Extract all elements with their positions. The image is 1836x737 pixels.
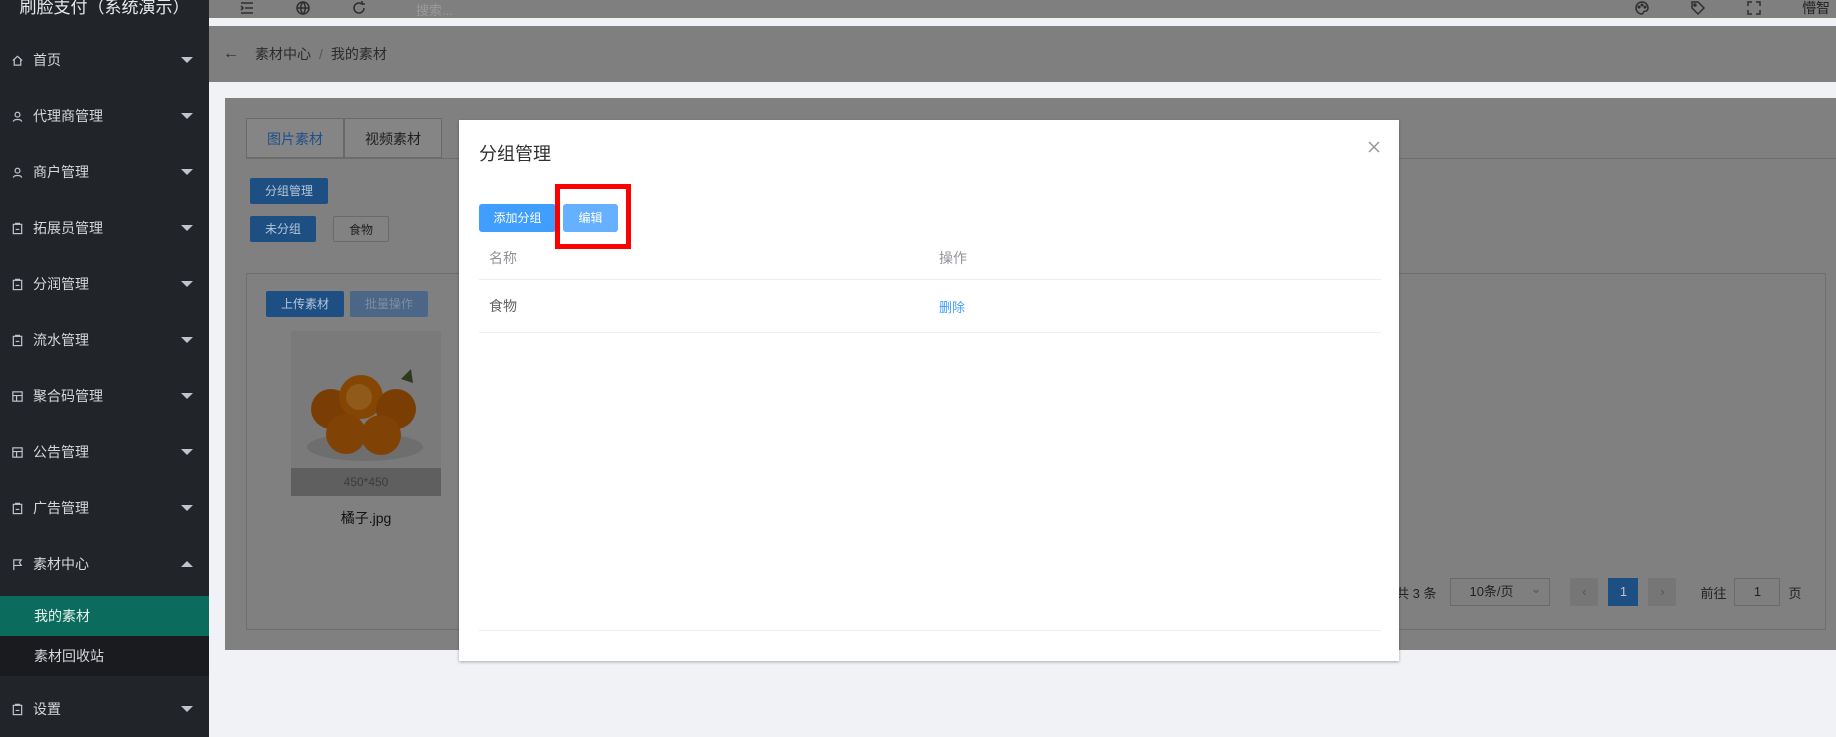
grid-icon bbox=[10, 389, 24, 403]
action-cell: 删除 bbox=[929, 280, 1381, 332]
next-page-button[interactable]: › bbox=[1648, 578, 1677, 606]
sidebar-item-profit[interactable]: 分润管理 bbox=[0, 256, 209, 312]
prev-page-button[interactable]: ‹ bbox=[1570, 578, 1599, 606]
grid-icon bbox=[10, 445, 24, 459]
sidebar-item-flow[interactable]: 流水管理 bbox=[0, 312, 209, 368]
column-header-action: 操作 bbox=[939, 249, 967, 266]
user-icon bbox=[10, 109, 24, 123]
page-size-select[interactable]: 10条/页 bbox=[1450, 576, 1551, 606]
upload-button[interactable]: 上传素材 bbox=[266, 291, 345, 317]
sidebar-item-label: 拓展员管理 bbox=[33, 220, 103, 236]
sidebar-item-label: 商户管理 bbox=[33, 164, 89, 180]
table-header-row: 名称 操作 bbox=[479, 236, 1381, 280]
column-header-name: 名称 bbox=[489, 249, 517, 266]
flag-icon bbox=[10, 557, 24, 571]
sidebar-item-qrcode[interactable]: 聚合码管理 bbox=[0, 368, 209, 424]
tab-videos[interactable]: 视频素材 bbox=[344, 118, 442, 158]
page-number-current[interactable]: 1 bbox=[1608, 578, 1639, 606]
fullscreen-icon[interactable] bbox=[1746, 0, 1762, 16]
group-table: 名称 操作 食物 删除 bbox=[479, 236, 1381, 333]
chevron-down-icon bbox=[181, 706, 193, 712]
sidebar-item-home[interactable]: 首页 bbox=[0, 32, 209, 88]
thumbnail-filename: 橘子.jpg bbox=[340, 510, 392, 526]
chevron-up-icon bbox=[181, 561, 193, 567]
sidebar-item-materials[interactable]: 素材中心 bbox=[0, 536, 209, 592]
chevron-down-icon bbox=[181, 169, 193, 175]
goto-unit: 页 bbox=[1788, 585, 1802, 601]
clipboard-icon bbox=[10, 501, 24, 515]
thumbnail-size-label: 450*450 bbox=[291, 468, 441, 496]
chevron-down-icon bbox=[181, 393, 193, 399]
sidebar: 刷脸支付（系统演示） 首页 代理商管理 商户管理 拓展员管理 分润管理 流水管理… bbox=[0, 0, 209, 737]
sidebar-item-label: 素材中心 bbox=[33, 556, 89, 572]
app-title: 刷脸支付（系统演示） bbox=[19, 0, 190, 17]
goto-page-input[interactable]: 1 bbox=[1734, 578, 1781, 606]
chevron-down-icon bbox=[181, 505, 193, 511]
delete-link[interactable]: 删除 bbox=[939, 297, 965, 316]
orange-image bbox=[307, 369, 423, 461]
tab-images[interactable]: 图片素材 bbox=[246, 118, 344, 158]
batch-operation-button[interactable]: 批量操作 bbox=[350, 291, 429, 317]
user-name[interactable]: 懵智 bbox=[1802, 0, 1830, 18]
sidebar-item-promoters[interactable]: 拓展员管理 bbox=[0, 200, 209, 256]
menu-fold-icon[interactable] bbox=[239, 0, 255, 16]
sidebar-item-label: 流水管理 bbox=[33, 332, 89, 348]
sidebar-subitem-recycle-bin[interactable]: 素材回收站 bbox=[0, 636, 209, 676]
home-icon bbox=[10, 53, 24, 67]
breadcrumb-item[interactable]: 素材中心 bbox=[255, 44, 311, 64]
clipboard-icon bbox=[10, 221, 24, 235]
top-header: 搜索... 懵智 bbox=[209, 0, 1836, 18]
close-icon[interactable] bbox=[1367, 140, 1381, 154]
chevron-down-icon bbox=[181, 225, 193, 231]
table-row: 食物 删除 bbox=[479, 280, 1381, 333]
search-input[interactable]: 搜索... bbox=[416, 0, 453, 19]
dialog-bottom-divider bbox=[479, 630, 1381, 631]
chevron-down-icon bbox=[181, 113, 193, 119]
sidebar-item-notice[interactable]: 公告管理 bbox=[0, 424, 209, 480]
user-icon bbox=[10, 165, 24, 179]
sidebar-item-ads[interactable]: 广告管理 bbox=[0, 480, 209, 536]
breadcrumb: ← 素材中心 / 我的素材 bbox=[209, 26, 1836, 82]
chevron-down-icon bbox=[181, 449, 193, 455]
sidebar-item-agents[interactable]: 代理商管理 bbox=[0, 88, 209, 144]
material-tabs: 图片素材 视频素材 bbox=[246, 118, 442, 158]
goto-label: 前往 bbox=[1700, 585, 1727, 601]
back-arrow-icon[interactable]: ← bbox=[223, 45, 239, 63]
filter-ungrouped-button[interactable]: 未分组 bbox=[250, 216, 317, 242]
sidebar-item-merchants[interactable]: 商户管理 bbox=[0, 144, 209, 200]
sidebar-item-label: 广告管理 bbox=[33, 500, 89, 516]
chevron-down-icon bbox=[181, 281, 193, 287]
sidebar-item-label: 代理商管理 bbox=[33, 108, 103, 124]
chevron-down-icon bbox=[181, 57, 193, 63]
sidebar-item-label: 聚合码管理 bbox=[33, 388, 103, 404]
sidebar-subitem-my-materials[interactable]: 我的素材 bbox=[0, 596, 209, 636]
globe-icon[interactable] bbox=[295, 0, 311, 16]
filter-food-button[interactable]: 食物 bbox=[333, 216, 390, 242]
group-manage-dialog: 分组管理 添加分组 编辑 名称 操作 食物 删除 bbox=[459, 120, 1399, 661]
material-thumbnail[interactable]: 450*450 bbox=[291, 331, 441, 496]
sidebar-item-label: 公告管理 bbox=[33, 444, 89, 460]
goto-page: 前往 1 页 bbox=[1700, 578, 1802, 606]
sidebar-item-label: 首页 bbox=[33, 52, 61, 68]
clipboard-icon bbox=[10, 702, 24, 716]
breadcrumb-separator: / bbox=[319, 46, 323, 62]
breadcrumb-item: 我的素材 bbox=[330, 46, 387, 62]
refresh-icon[interactable] bbox=[351, 0, 367, 16]
tag-icon[interactable] bbox=[1690, 0, 1706, 16]
clipboard-icon bbox=[10, 333, 24, 347]
add-group-button[interactable]: 添加分组 bbox=[479, 204, 556, 232]
clipboard-icon bbox=[10, 277, 24, 291]
pagination-total: 共 3 条 bbox=[1396, 585, 1437, 601]
sidebar-item-label: 设置 bbox=[33, 701, 61, 717]
group-name-cell: 食物 bbox=[489, 298, 517, 314]
pagination: 共 3 条 10条/页 ‹ 1 › 前往 1 页 bbox=[1396, 576, 1802, 606]
sidebar-item-label: 分润管理 bbox=[33, 276, 89, 292]
group-manage-button[interactable]: 分组管理 bbox=[250, 178, 329, 204]
dialog-title: 分组管理 bbox=[479, 144, 551, 164]
chevron-down-icon bbox=[181, 337, 193, 343]
sidebar-item-settings[interactable]: 设置 bbox=[0, 681, 209, 737]
palette-icon[interactable] bbox=[1634, 0, 1650, 16]
